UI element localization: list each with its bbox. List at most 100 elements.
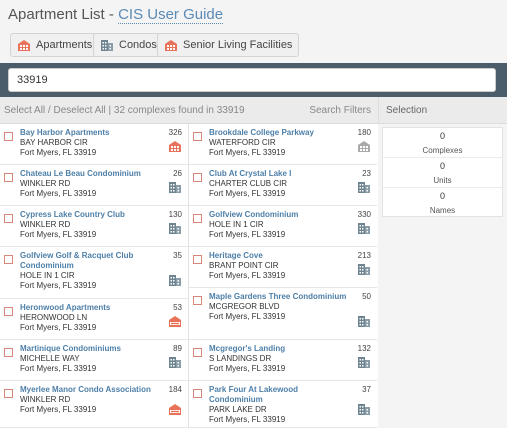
result-row[interactable]: Golfview Golf & Racquet Club Condominium… [0, 247, 188, 299]
complex-city: Fort Myers, FL 33919 [20, 189, 97, 198]
condo-building-icon [357, 356, 371, 374]
result-row[interactable]: Mcgregor's Landing S LANDINGS DR Fort Myer… [189, 340, 377, 381]
complex-street: PARK LAKE DR [209, 405, 267, 414]
complex-name-link[interactable]: Maple Gardens Three Condominium [209, 292, 349, 302]
complex-name-link[interactable]: Chateau Le Beau Condominium [20, 169, 160, 179]
search-input[interactable] [8, 68, 496, 92]
condo-building-icon [357, 263, 371, 281]
result-checkbox[interactable] [193, 132, 202, 141]
complex-name-link[interactable]: Golfview Condominium [209, 210, 349, 220]
complex-name-link[interactable]: Myerlee Manor Condo Association [20, 385, 160, 395]
unit-count: 23 [362, 169, 371, 178]
complex-name-link[interactable]: Brookdale College Parkway [209, 128, 349, 138]
result-row[interactable]: Maple Gardens Three Condominium MCGREGOR … [189, 288, 377, 340]
condo-building-icon [168, 181, 182, 199]
result-checkbox[interactable] [4, 173, 13, 182]
condo-building-icon [101, 39, 113, 51]
unit-count: 37 [362, 385, 371, 394]
results-status-bar: Select All / Deselect All | 32 complexes… [0, 97, 378, 124]
results-column-left: Bay Harbor Apartments BAY HARBOR CIR Fort … [0, 124, 189, 428]
complex-name-link[interactable]: Cypress Lake Country Club [20, 210, 160, 220]
result-checkbox[interactable] [193, 255, 202, 264]
result-checkbox[interactable] [4, 389, 13, 398]
condo-building-icon [357, 222, 371, 240]
result-checkbox[interactable] [193, 214, 202, 223]
complex-count-text: 32 complexes found in 33919 [113, 105, 245, 116]
complex-city: Fort Myers, FL 33919 [20, 323, 97, 332]
result-checkbox[interactable] [4, 255, 13, 264]
units-stat: 0 Units [383, 158, 502, 188]
apartments-filter-button[interactable]: Apartments [10, 33, 100, 57]
complex-street: MICHELLE WAY [20, 354, 80, 363]
unit-count: 184 [168, 385, 182, 394]
result-checkbox[interactable] [4, 348, 13, 357]
filter-bar: Apartments Condos Senior Living Faciliti… [0, 30, 507, 60]
result-row[interactable]: Chateau Le Beau Condominium WINKLER RD For… [0, 165, 188, 206]
result-row[interactable]: Martinique Condominiums MICHELLE WAY Fort … [0, 340, 188, 381]
complex-name-link[interactable]: Club At Crystal Lake I [209, 169, 349, 179]
result-row[interactable]: Heronwood Apartments HERONWOOD LN Fort Mye… [0, 299, 188, 340]
complex-street: CHARTER CLUB CIR [209, 179, 288, 188]
complex-name-link[interactable]: Mcgregor's Landing [209, 344, 349, 354]
select-all-link[interactable]: Select All [4, 105, 45, 116]
result-row[interactable]: Brookdale College Parkway WATERFORD CIR Fo… [189, 124, 377, 165]
condo-building-icon [357, 403, 371, 421]
senior-living-filter-button[interactable]: Senior Living Facilities [157, 33, 300, 57]
complex-name-link[interactable]: Golfview Golf & Racquet Club Condominium [20, 251, 160, 271]
complex-name-link[interactable]: Heritage Cove [209, 251, 349, 261]
page-header: Apartment List - CIS User Guide [0, 0, 507, 30]
result-info: Golfview Golf & Racquet Club Condominium… [20, 251, 160, 291]
complex-street: S LANDINGS DR [209, 354, 272, 363]
unit-count: 50 [362, 292, 371, 301]
units-count: 0 [439, 161, 445, 171]
senior-living-filter-label: Senior Living Facilities [183, 39, 293, 51]
result-row[interactable]: Golfview Condominium HOLE IN 1 CIR Fort My… [189, 206, 377, 247]
unit-count: 35 [173, 251, 182, 260]
result-info: Maple Gardens Three Condominium MCGREGOR … [209, 292, 349, 322]
complex-name-link[interactable]: Martinique Condominiums [20, 344, 160, 354]
senior-living-icon [357, 140, 371, 158]
search-filters-link[interactable]: Search Filters [309, 105, 371, 116]
result-info: Brookdale College Parkway WATERFORD CIR Fo… [209, 128, 349, 158]
result-checkbox[interactable] [193, 348, 202, 357]
condos-filter-label: Condos [119, 39, 157, 51]
new-apartment-icon [168, 403, 182, 421]
result-row[interactable]: Club At Crystal Lake I CHARTER CLUB CIR Fo… [189, 165, 377, 206]
result-info: Cypress Lake Country Club WINKLER RD Fort … [20, 210, 160, 240]
complex-city: Fort Myers, FL 33919 [20, 281, 97, 290]
condos-filter-button[interactable]: Condos [93, 33, 164, 57]
select-separator: / [47, 105, 51, 116]
user-guide-link[interactable]: CIS User Guide [118, 6, 224, 24]
complex-street: HOLE IN 1 CIR [209, 220, 264, 229]
complex-name-link[interactable]: Bay Harbor Apartments [20, 128, 160, 138]
summary-divider: | [108, 105, 112, 116]
deselect-all-link[interactable]: Deselect All [53, 105, 105, 116]
complex-name-link[interactable]: Heronwood Apartments [20, 303, 160, 313]
complex-city: Fort Myers, FL 33919 [209, 415, 286, 424]
results-column-right: Brookdale College Parkway WATERFORD CIR Fo… [189, 124, 378, 428]
result-row[interactable]: Heritage Cove BRANT POINT CIR Fort Myers, … [189, 247, 377, 288]
result-row[interactable]: Park Four At Lakewood Condominium PARK LA… [189, 381, 377, 428]
result-checkbox[interactable] [4, 214, 13, 223]
result-row[interactable]: Cypress Lake Country Club WINKLER RD Fort … [0, 206, 188, 247]
unit-count: 180 [357, 128, 371, 137]
complexes-label: Complexes [422, 146, 463, 155]
result-checkbox[interactable] [193, 296, 202, 305]
complex-name-link[interactable]: Park Four At Lakewood Condominium [209, 385, 349, 405]
complex-city: Fort Myers, FL 33919 [209, 271, 286, 280]
apartment-icon [18, 39, 30, 51]
result-checkbox[interactable] [4, 307, 13, 316]
result-info: Martinique Condominiums MICHELLE WAY Fort … [20, 344, 160, 374]
results-list: Bay Harbor Apartments BAY HARBOR CIR Fort … [0, 124, 378, 428]
result-checkbox[interactable] [193, 389, 202, 398]
condo-building-icon [168, 274, 182, 292]
complexes-stat: 0 Complexes [383, 128, 502, 158]
result-row[interactable]: Bay Harbor Apartments BAY HARBOR CIR Fort … [0, 124, 188, 165]
unit-count: 89 [173, 344, 182, 353]
result-checkbox[interactable] [193, 173, 202, 182]
unit-count: 130 [168, 210, 182, 219]
result-row[interactable]: Myerlee Manor Condo Association WINKLER R… [0, 381, 188, 428]
complex-street: WINKLER RD [20, 220, 71, 229]
result-checkbox[interactable] [4, 132, 13, 141]
result-info: Bay Harbor Apartments BAY HARBOR CIR Fort … [20, 128, 160, 158]
